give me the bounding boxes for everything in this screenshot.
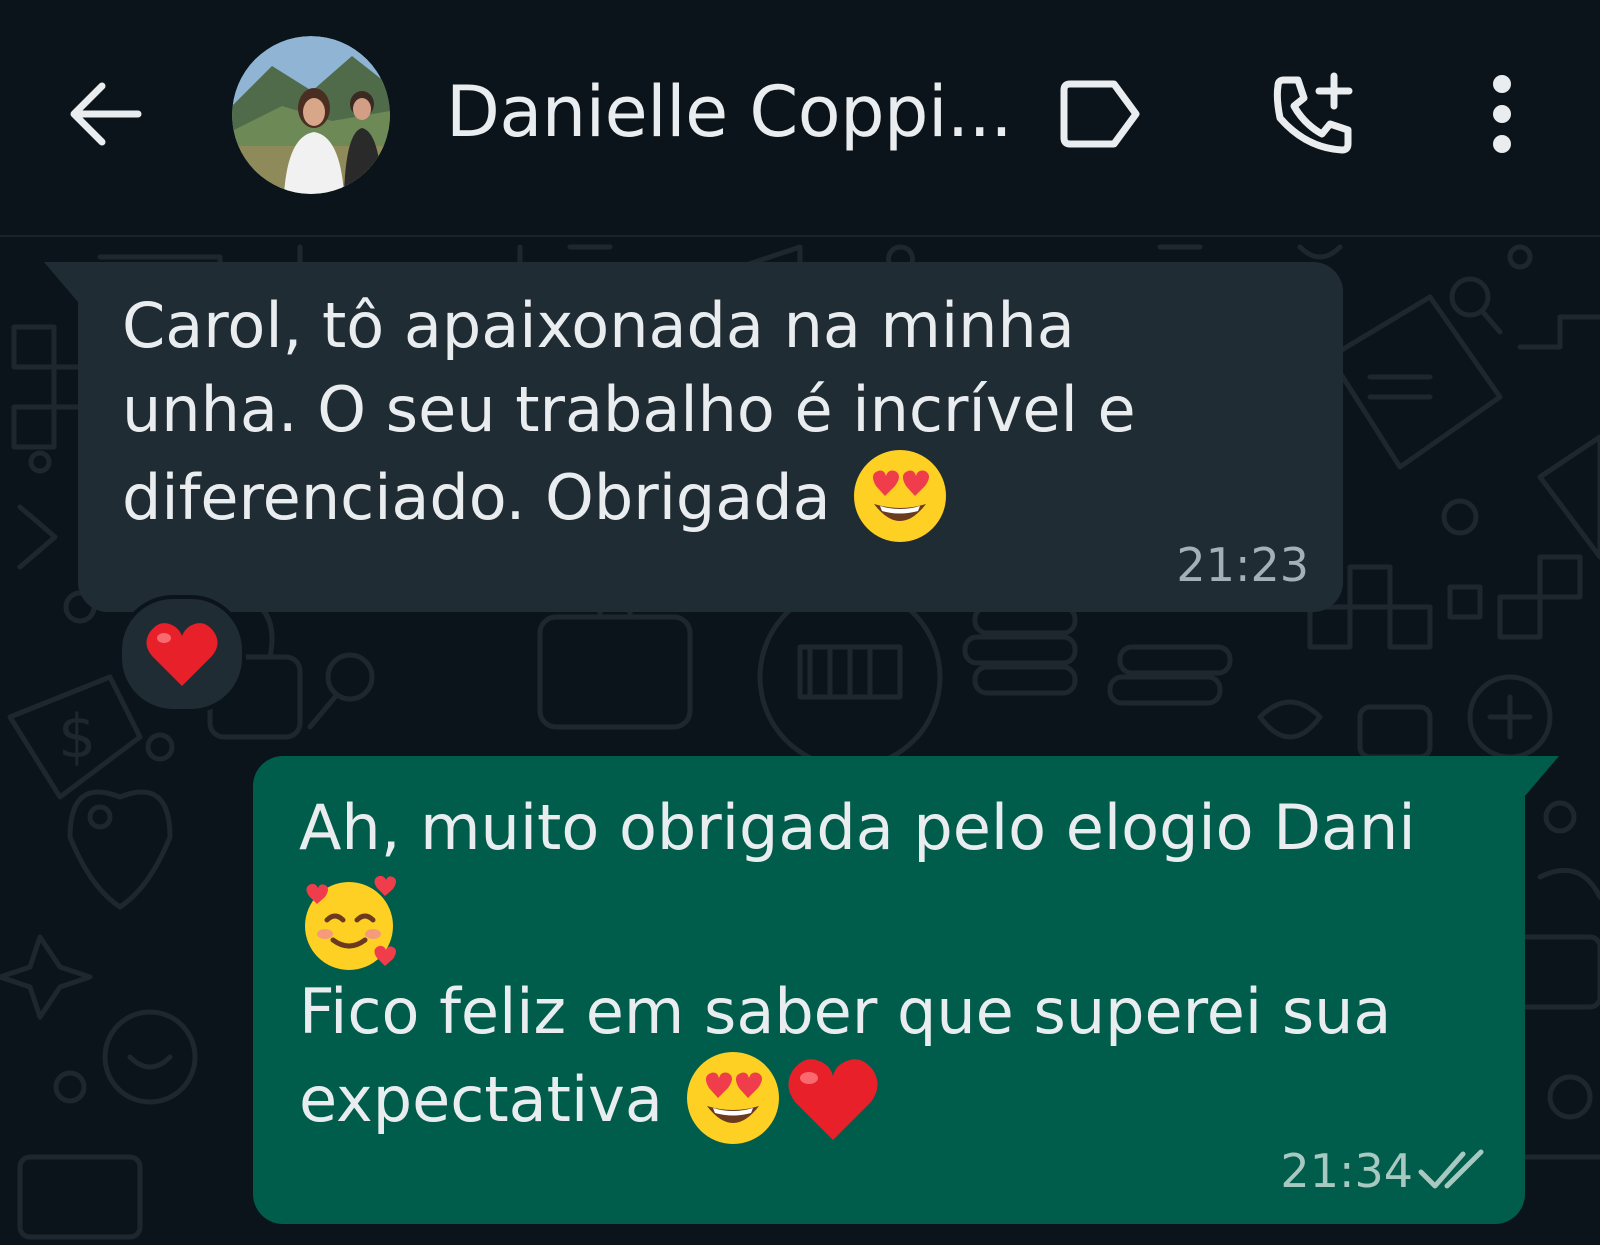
message-text: Carol, tô apaixonada na minha unha. O se… (122, 284, 1302, 552)
message-reaction[interactable] (118, 595, 246, 713)
message-time: 21:23 (1176, 538, 1309, 592)
message-line: unha. O seu trabalho é incrível e (122, 373, 1136, 446)
red-heart-emoji (146, 623, 218, 686)
message-line: diferenciado. Obrigada (122, 461, 831, 535)
message-line: expectativa (299, 1063, 663, 1137)
chat-header: Danielle Coppi... (0, 0, 1600, 237)
heart-eyes-emoji (854, 450, 947, 542)
chat-screen: $ Danielle Coppi... Carol, tô apaixonada… (0, 0, 1600, 1245)
message-text: Ah, muito obrigada pelo elogio Dani Fico… (299, 786, 1489, 1154)
more-vert-icon[interactable] (1470, 70, 1534, 160)
add-call-icon[interactable] (1270, 70, 1360, 160)
message-time: 21:34 (1280, 1144, 1413, 1198)
outgoing-message-bubble[interactable]: Ah, muito obrigada pelo elogio Dani Fico… (253, 756, 1559, 1224)
heart-eyes-emoji (686, 1052, 779, 1144)
message-line: Carol, tô apaixonada na minha (122, 289, 1075, 362)
smiling-face-with-hearts-emoji (305, 875, 396, 970)
red-heart-emoji (788, 1059, 878, 1140)
bubble-tail (44, 262, 78, 302)
bubble-tail (1525, 756, 1559, 796)
back-arrow-icon[interactable] (66, 74, 146, 154)
contact-name[interactable]: Danielle Coppi... (446, 72, 1013, 152)
message-line: Fico feliz em saber que superei sua (299, 975, 1392, 1048)
incoming-message-bubble[interactable]: Carol, tô apaixonada na minha unha. O se… (44, 262, 1343, 612)
message-line: Ah, muito obrigada pelo elogio Dani (299, 791, 1416, 864)
label-tag-icon[interactable] (1056, 76, 1144, 152)
contact-avatar[interactable] (232, 36, 390, 194)
read-double-check-icon (1418, 1149, 1484, 1189)
svg-text:$: $ (58, 702, 96, 772)
